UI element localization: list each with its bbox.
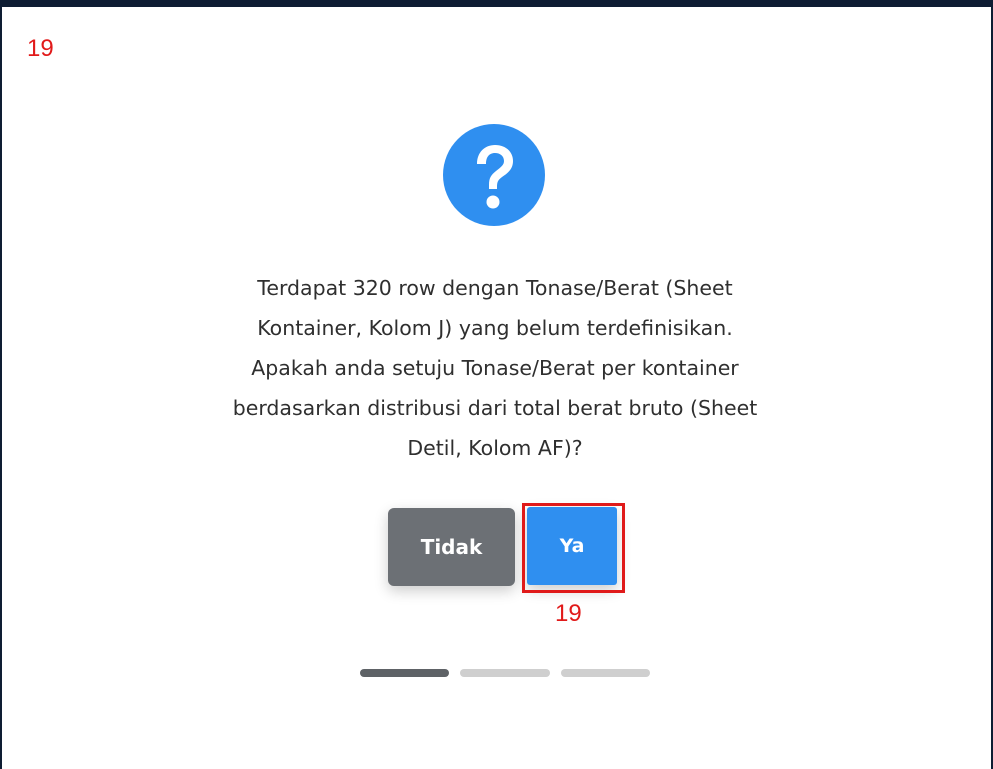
message-line: berdasarkan distribusi dari total berat … [232,396,758,420]
message-line: Kontainer, Kolom J) yang belum terdefini… [257,316,733,340]
progress-step [460,669,550,677]
step-annotation-label: 19 [27,35,54,62]
confirm-button[interactable]: Ya [527,507,617,585]
question-circle-icon [443,124,545,226]
progress-steps [360,669,650,677]
message-line: Terdapat 320 row dengan Tonase/Berat (Sh… [257,276,733,300]
message-line: Apakah anda setuju Tonase/Berat per kont… [251,356,739,380]
cancel-button[interactable]: Tidak [388,508,515,586]
message-line: Detil, Kolom AF)? [407,436,583,460]
progress-step [560,669,650,677]
step-annotation-label-button: 19 [555,600,582,627]
confirm-message: Terdapat 320 row dengan Tonase/Berat (Sh… [170,268,820,468]
progress-step-current [360,669,450,677]
